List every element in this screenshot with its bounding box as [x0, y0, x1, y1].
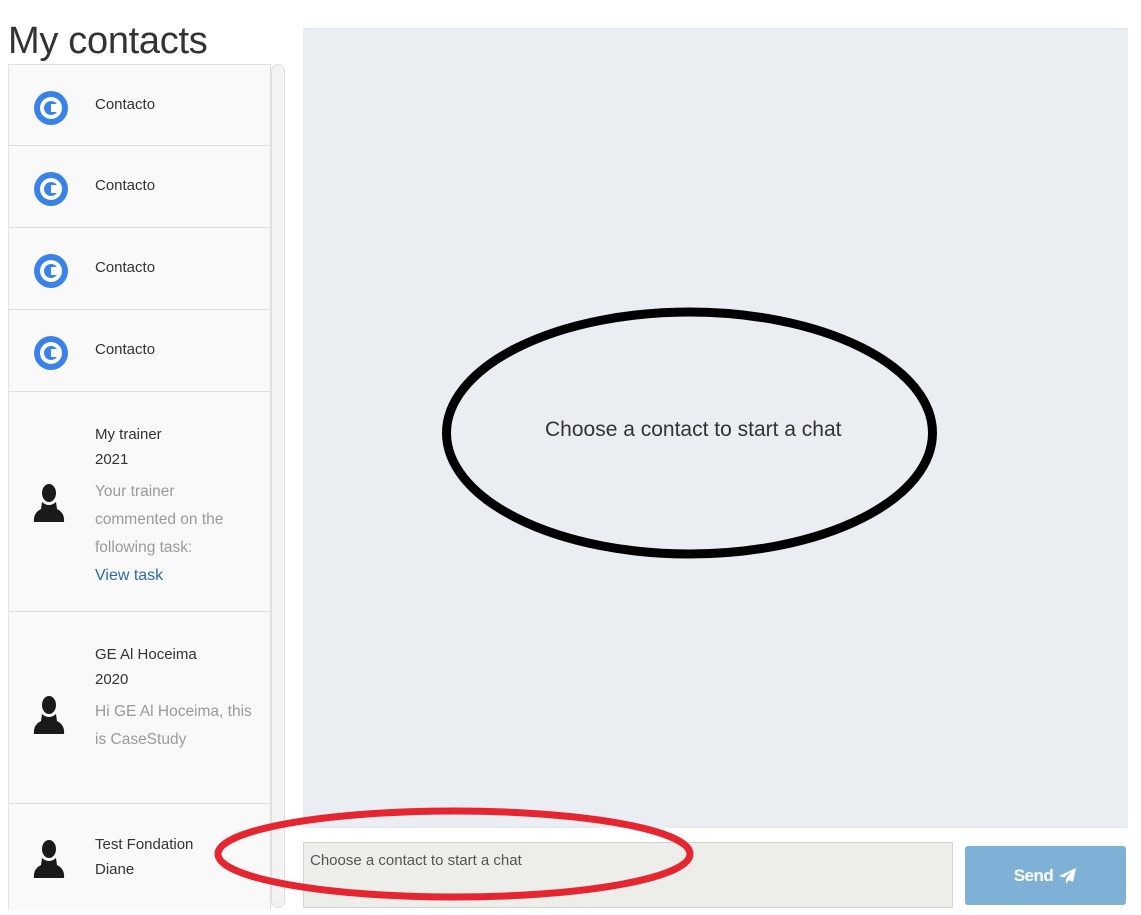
contacto-logo-icon [34, 172, 68, 206]
contact-name: Test Fondation [95, 836, 194, 853]
message-input[interactable] [303, 842, 953, 908]
person-icon [33, 696, 65, 734]
contact-name: Contacto [95, 96, 156, 113]
paper-plane-icon [1059, 867, 1077, 884]
contact-year: 2021 [95, 451, 129, 468]
contact-name: My trainer [95, 426, 162, 443]
contact-year: 2020 [95, 671, 129, 688]
contact-list: Contacto Contacto Contacto Contacto My t… [9, 64, 271, 910]
person-icon [33, 484, 65, 522]
contact-details: Test Fondation Diane [95, 832, 265, 882]
contact-item[interactable]: Contacto [9, 310, 271, 392]
send-label: Send [1013, 865, 1054, 885]
page-title: My contacts [8, 20, 208, 62]
chat-area: Choose a contact to start a chat [303, 28, 1128, 828]
contact-name: Contacto [95, 341, 156, 358]
contact-year: Diane [95, 861, 135, 878]
message-preview: Your trainer commented on the following … [95, 483, 224, 556]
contacto-logo-icon [34, 336, 68, 370]
empty-chat-message: Choose a contact to start a chat [545, 418, 842, 441]
contact-item[interactable]: Contacto [9, 146, 271, 228]
contacts-panel: Contacto Contacto Contacto Contacto My t… [8, 64, 287, 910]
send-button[interactable]: Send [965, 846, 1126, 905]
view-task-link[interactable]: View task [95, 562, 255, 590]
contact-item[interactable]: Test Fondation Diane [9, 804, 271, 910]
contact-details: My trainer 2021 Your trainer commented o… [95, 422, 255, 590]
contact-item[interactable]: My trainer 2021 Your trainer commented o… [9, 392, 271, 612]
contacto-logo-icon [34, 91, 68, 125]
contacts-scrollbar[interactable] [271, 64, 285, 908]
contact-details: GE Al Hoceima 2020 Hi GE Al Hoceima, thi… [95, 642, 255, 754]
contact-item[interactable]: GE Al Hoceima 2020 Hi GE Al Hoceima, thi… [9, 612, 271, 804]
person-icon [33, 840, 65, 878]
contact-name: GE Al Hoceima [95, 646, 197, 663]
contact-name: Contacto [95, 259, 156, 276]
contacto-logo-icon [34, 254, 68, 288]
contact-item[interactable]: Contacto [9, 228, 271, 310]
message-preview: Hi GE Al Hoceima, this is CaseStudy [95, 703, 252, 748]
contact-name: Contacto [95, 177, 156, 194]
contact-item[interactable]: Contacto [9, 64, 271, 146]
